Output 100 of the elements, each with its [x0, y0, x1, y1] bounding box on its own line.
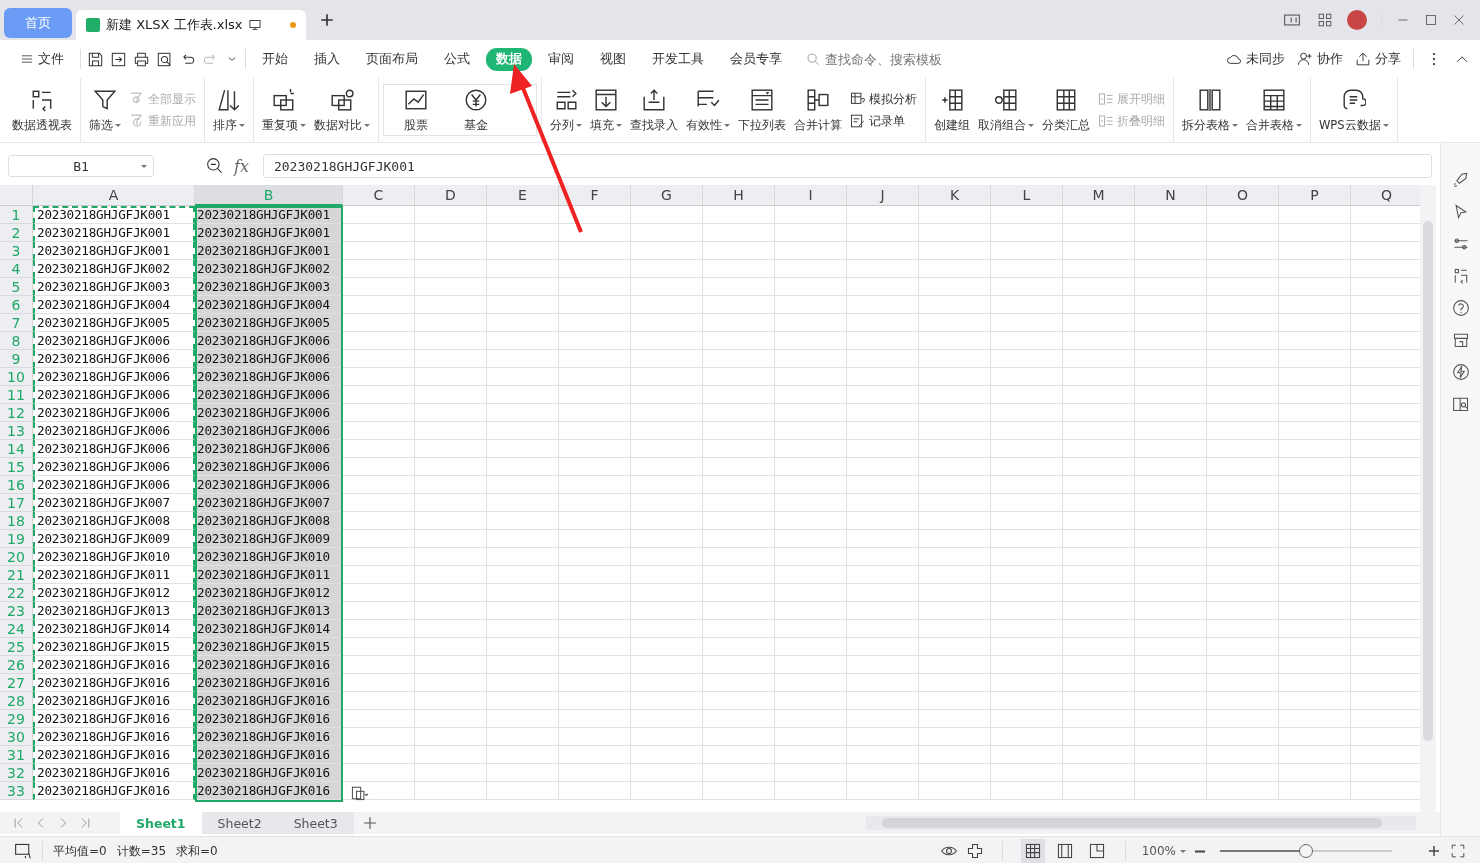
table-cell: 20230218GHJGFJK016 — [195, 710, 343, 728]
sheet-tab[interactable]: Sheet2 — [201, 812, 278, 834]
table-cell: 20230218GHJGFJK006 — [195, 440, 343, 458]
column-header[interactable]: M — [1063, 185, 1135, 206]
ungroup-icon — [994, 87, 1018, 112]
table-cell: 20230218GHJGFJK008 — [195, 512, 343, 530]
column-header[interactable]: J — [847, 185, 919, 206]
action-button[interactable]: 分享 — [1355, 50, 1401, 68]
ribbon-button[interactable]: 数据对比 — [310, 78, 374, 142]
table-cell: 20230218GHJGFJK001 — [33, 242, 195, 260]
compare-icon — [330, 87, 354, 112]
menu-tab[interactable]: 开始 — [252, 47, 298, 71]
menu-tab[interactable]: 开发工具 — [642, 47, 714, 71]
ribbon-button[interactable]: 记录单 — [850, 113, 917, 129]
caret-icon — [141, 165, 147, 168]
column-header[interactable]: G — [631, 185, 703, 206]
scrollbar[interactable] — [866, 816, 1416, 830]
column-header[interactable]: F — [559, 185, 631, 206]
maximize-icon — [1424, 13, 1438, 27]
table-cell: 20230218GHJGFJK016 — [195, 728, 343, 746]
table-cell: 20230218GHJGFJK006 — [33, 440, 195, 458]
zoom-level[interactable]: 100% — [1141, 844, 1186, 858]
avatar[interactable] — [1347, 10, 1367, 30]
table-cell: 20230218GHJGFJK006 — [33, 368, 195, 386]
ribbon-button[interactable]: 分类汇总 — [1038, 78, 1094, 142]
ribbon-button[interactable]: 重复项 — [258, 78, 310, 142]
search-icon — [806, 51, 821, 67]
fullscreen-icon — [1450, 843, 1466, 859]
table-cell: 20230218GHJGFJK012 — [33, 584, 195, 602]
export-icon — [110, 50, 127, 68]
column-header[interactable]: H — [703, 185, 775, 206]
book-search-icon — [1451, 395, 1470, 413]
menu-tab[interactable]: 插入 — [304, 47, 350, 71]
formula-field[interactable]: 20230218GHJGFJK001 — [262, 154, 1432, 178]
column-header[interactable]: Q — [1351, 185, 1420, 206]
ribbon-button[interactable]: 排序 — [209, 78, 249, 142]
caret-icon — [1296, 123, 1302, 127]
group-icon — [940, 87, 964, 112]
ribbon-button[interactable]: 筛选 — [85, 78, 125, 142]
column-header[interactable]: C — [343, 185, 415, 206]
column-header[interactable]: L — [991, 185, 1063, 206]
status-stat: 计数=35 — [116, 842, 167, 860]
table-cell: 20230218GHJGFJK006 — [33, 404, 195, 422]
caret-icon — [724, 123, 730, 127]
column-header[interactable]: A — [33, 185, 195, 206]
ribbon-button[interactable]: 合并计算 — [790, 78, 846, 142]
column-header[interactable]: K — [919, 185, 991, 206]
ribbon-button[interactable]: 填充 — [586, 78, 626, 142]
caret-icon — [300, 123, 306, 127]
table-cell: 20230218GHJGFJK006 — [33, 422, 195, 440]
ribbon-button[interactable]: 基金 — [450, 85, 502, 135]
column-header[interactable]: I — [775, 185, 847, 206]
table-cell: 20230218GHJGFJK016 — [33, 782, 195, 800]
table-cell: 20230218GHJGFJK012 — [195, 584, 343, 602]
file-menu[interactable]: 文件 — [10, 47, 74, 71]
table-cell: 20230218GHJGFJK006 — [33, 332, 195, 350]
menu-tab[interactable]: 会员专享 — [720, 47, 792, 71]
menu-tab[interactable]: 公式 — [434, 47, 480, 71]
ribbon-button[interactable]: 股票 — [390, 85, 442, 135]
menu-tab[interactable]: 审阅 — [538, 47, 584, 71]
ribbon-button[interactable]: 下拉列表 — [734, 78, 790, 142]
ribbon-button[interactable]: 查找录入 — [626, 78, 682, 142]
ribbon-button[interactable]: WPS云数据 — [1315, 78, 1393, 142]
action-button[interactable]: 未同步 — [1226, 50, 1285, 68]
expand-detail-icon — [1098, 113, 1114, 129]
window-tab[interactable]: 新建 XLSX 工作表.xlsx — [76, 10, 306, 40]
monitor-icon — [248, 18, 263, 32]
ribbon-button[interactable]: 取消组合 — [974, 78, 1038, 142]
menu-tab[interactable]: 页面布局 — [356, 47, 428, 71]
table-cell: 20230218GHJGFJK013 — [33, 602, 195, 620]
column-header[interactable]: D — [415, 185, 487, 206]
unsaved-dot — [290, 22, 296, 28]
column-header[interactable]: N — [1135, 185, 1207, 206]
ribbon-button[interactable]: 模拟分析 — [850, 91, 917, 107]
ribbon-button[interactable]: 拆分表格 — [1178, 78, 1242, 142]
ribbon-button[interactable]: 合并表格 — [1242, 78, 1306, 142]
ribbon-button[interactable]: 有效性 — [682, 78, 734, 142]
caret-icon — [1232, 123, 1238, 127]
column-header[interactable]: P — [1279, 185, 1351, 206]
sheet-tab[interactable]: Sheet3 — [277, 812, 354, 834]
ribbon-button[interactable]: 创建组 — [930, 78, 974, 142]
scrollbar[interactable] — [1420, 185, 1436, 812]
fx-icon[interactable]: fx — [234, 156, 249, 176]
cloud-data-icon — [1341, 87, 1366, 112]
column-header[interactable]: E — [487, 185, 559, 206]
name-box[interactable]: B1 — [8, 155, 154, 177]
ribbon-button[interactable]: 分列 — [546, 78, 586, 142]
column-header[interactable]: O — [1207, 185, 1279, 206]
table-cell: 20230218GHJGFJK006 — [33, 476, 195, 494]
caret-icon — [239, 123, 245, 127]
help-icon — [1451, 299, 1470, 317]
yen-icon — [464, 87, 488, 112]
menu-tab[interactable]: 视图 — [590, 47, 636, 71]
search-field[interactable]: 查找命令、搜索模板 — [823, 50, 977, 68]
action-button[interactable]: 协作 — [1297, 50, 1343, 68]
normal-view-button[interactable] — [1020, 839, 1045, 863]
ribbon-button[interactable]: 数据透视表 — [8, 78, 76, 142]
table-cell: 20230218GHJGFJK006 — [33, 386, 195, 404]
merge-icon — [806, 87, 830, 112]
print-preview-icon — [156, 50, 173, 68]
